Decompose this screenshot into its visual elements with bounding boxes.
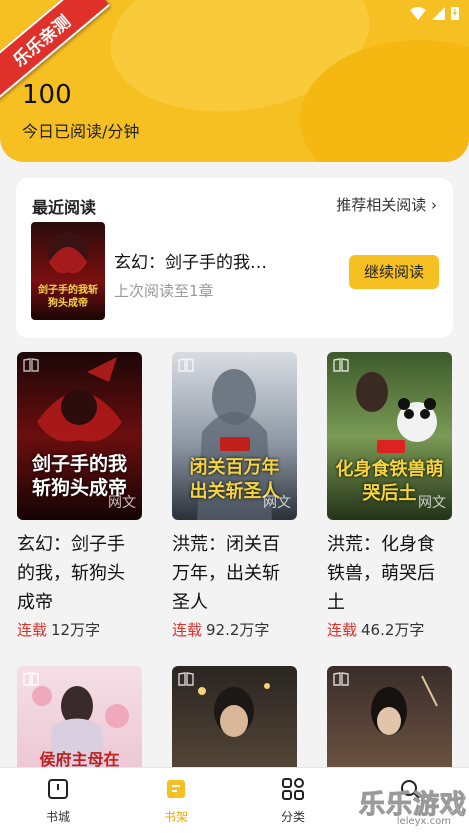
recent-book-cover[interactable]: 剑子手的我斩狗头成帝: [31, 222, 105, 320]
cover-watermark: 网文: [263, 495, 291, 511]
serial-status: 连载: [172, 621, 203, 639]
read-minutes-label: 今日已阅读/分钟: [22, 122, 140, 141]
wifi-icon: [410, 6, 426, 20]
header: 乐乐亲测 100 今日已阅读/分钟: [0, 0, 469, 162]
bookmark-icon: [178, 672, 194, 686]
nav-label: 分类: [280, 810, 305, 824]
recent-reading-title: 最近阅读: [32, 198, 97, 217]
nav-book-city[interactable]: 书城: [18, 776, 98, 825]
book-card[interactable]: 剑子手的我斩狗头成帝 网文 玄幻：剑子手的我，斩狗头成帝 连载 12万字: [17, 352, 142, 640]
nav-label: 书城: [45, 810, 70, 824]
book-meta: 连载 92.2万字: [172, 619, 297, 640]
serial-status: 连载: [327, 621, 358, 639]
recommend-related-link[interactable]: 推荐相关阅读 ›: [336, 194, 437, 215]
book-card[interactable]: 闭关百万年出关斩圣人 网文 洪荒：闭关百万年，出关斩圣人 连载 92.2万字: [172, 352, 297, 640]
book-meta: 连载 12万字: [17, 619, 142, 640]
cover-watermark: 网文: [418, 495, 446, 511]
book-title[interactable]: 洪荒：化身食铁兽，萌哭后土: [327, 530, 452, 617]
nav-bookshelf[interactable]: 书架: [136, 776, 216, 825]
bookmark-icon: [333, 358, 349, 372]
recent-book-title[interactable]: 玄幻：剑子手的我…: [114, 248, 267, 273]
recent-cover-title: 剑子手的我斩狗头成帝: [38, 285, 98, 309]
word-count: 12万字: [51, 621, 101, 639]
site-watermark-url: leleyx.com: [396, 816, 451, 827]
category-icon: [282, 778, 304, 800]
book-cover[interactable]: 化身食铁兽萌哭后土 网文: [327, 352, 452, 520]
book-title[interactable]: 玄幻：剑子手的我，斩狗头成帝: [17, 530, 142, 617]
serial-status: 连载: [17, 621, 48, 639]
bookshelf-icon: [167, 780, 185, 798]
read-minutes-value: 100: [22, 80, 72, 110]
signal-icon: [432, 6, 445, 20]
bookmark-icon: [333, 672, 349, 686]
bookmark-icon: [178, 358, 194, 372]
word-count: 92.2万字: [206, 621, 270, 639]
bookmark-icon: [23, 672, 39, 686]
battery-icon: [451, 7, 459, 20]
book-cover[interactable]: 剑子手的我斩狗头成帝 网文: [17, 352, 142, 520]
book-cover[interactable]: 闭关百万年出关斩圣人 网文: [172, 352, 297, 520]
nav-label: 书架: [163, 810, 188, 824]
status-bar: [410, 6, 459, 20]
book-title[interactable]: 洪荒：闭关百万年，出关斩圣人: [172, 530, 297, 617]
word-count: 46.2万字: [361, 621, 425, 639]
recent-reading-card: 最近阅读 推荐相关阅读 › 剑子手的我斩狗头成帝 玄幻：剑子手的我… 上次阅读至…: [16, 178, 453, 338]
book-card[interactable]: 化身食铁兽萌哭后土 网文 洪荒：化身食铁兽，萌哭后土 连载 46.2万字: [327, 352, 452, 640]
continue-reading-button[interactable]: 继续阅读: [349, 255, 439, 289]
nav-category[interactable]: 分类: [253, 776, 333, 825]
site-watermark: 乐乐游戏 leleyx.com: [351, 778, 469, 833]
bookmark-icon: [23, 358, 39, 372]
book-city-icon: [48, 779, 68, 799]
recent-book-progress: 上次阅读至1章: [114, 282, 214, 300]
cover-watermark: 网文: [108, 495, 136, 511]
book-meta: 连载 46.2万字: [327, 619, 452, 640]
